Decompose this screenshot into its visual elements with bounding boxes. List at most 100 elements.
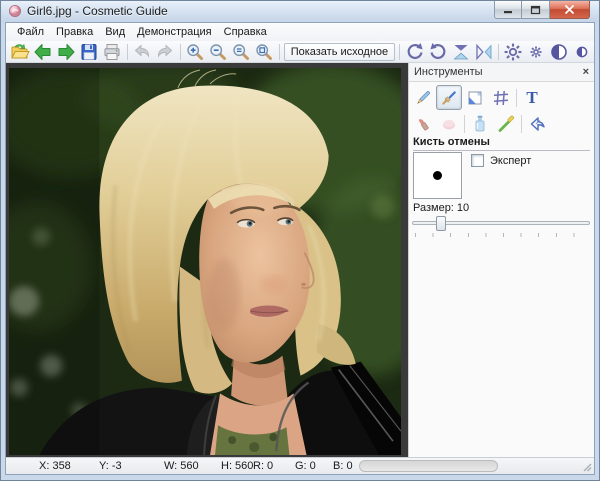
tool-lipstick[interactable]: [410, 111, 436, 136]
save-icon: [79, 42, 99, 62]
show-original-button[interactable]: Показать исходное: [284, 43, 395, 61]
mesh-grid-icon: [491, 88, 511, 108]
undo-arrow-icon: [527, 114, 547, 134]
tool-row-2: [410, 111, 550, 136]
panel-close-icon[interactable]: ×: [583, 65, 589, 79]
undo-icon: [132, 42, 152, 62]
menu-demonstration[interactable]: Демонстрация: [132, 24, 217, 40]
contrast-large-button[interactable]: [548, 42, 571, 62]
status-green: G: 0: [295, 460, 316, 472]
menu-help[interactable]: Справка: [219, 24, 272, 40]
toolbar-separator: [498, 44, 499, 60]
image-canvas[interactable]: [6, 63, 408, 457]
contrast-icon: [549, 42, 569, 62]
gear-icon: [503, 42, 523, 62]
flip-horizontal-button[interactable]: [472, 42, 495, 62]
settings-large-button[interactable]: [502, 42, 525, 62]
zoom-actual-button[interactable]: [230, 42, 253, 62]
tool-undo-arrow[interactable]: [524, 111, 550, 136]
zoom-fit-icon: [254, 42, 274, 62]
brush-icon: [439, 88, 459, 108]
toolbar-separator: [127, 44, 128, 60]
toothbrush-icon: [496, 114, 516, 134]
tool-toothbrush[interactable]: [493, 111, 519, 136]
zoom-fit-button[interactable]: [253, 42, 276, 62]
tool-pencil[interactable]: [410, 85, 436, 110]
tool-brush-selected[interactable]: [436, 85, 462, 110]
resize-grip-icon[interactable]: [581, 461, 593, 473]
status-y: Y: -3: [99, 460, 122, 472]
zoom-in-icon: [185, 42, 205, 62]
powder-icon: [439, 114, 459, 134]
tools-panel: Инструменты ×: [408, 63, 594, 457]
menu-view[interactable]: Вид: [100, 24, 130, 40]
status-blue: B: 0: [333, 460, 353, 472]
tool-crop[interactable]: [462, 85, 488, 110]
settings-small-button[interactable]: [525, 42, 548, 62]
tool-text[interactable]: T: [519, 85, 545, 110]
progress-placeholder: [359, 460, 498, 472]
menu-file[interactable]: Файл: [12, 24, 49, 40]
redo-button[interactable]: [154, 42, 177, 62]
flip-vertical-button[interactable]: [449, 42, 472, 62]
save-button[interactable]: [78, 42, 101, 62]
status-height: H: 560: [221, 460, 253, 472]
brush-preview: [413, 152, 462, 199]
tool-powder[interactable]: [436, 111, 462, 136]
print-button[interactable]: [101, 42, 124, 62]
bottle-icon: [470, 114, 490, 134]
titlebar[interactable]: Girl6.jpg - Cosmetic Guide: [1, 1, 599, 22]
close-button[interactable]: [550, 1, 590, 19]
zoom-in-button[interactable]: [184, 42, 207, 62]
status-width: W: 560: [164, 460, 199, 472]
client-area: Файл Правка Вид Демонстрация Справка: [5, 22, 595, 475]
menubar: Файл Правка Вид Демонстрация Справка: [6, 23, 594, 41]
toolbar-separator: [399, 44, 400, 60]
gear-small-icon: [526, 42, 546, 62]
text-tool-icon: T: [526, 89, 537, 106]
back-button[interactable]: [32, 42, 55, 62]
expert-checkbox[interactable]: [471, 154, 484, 167]
open-button[interactable]: [9, 42, 32, 62]
expert-label: Эксперт: [490, 155, 531, 167]
folder-open-icon: [10, 42, 30, 62]
lipstick-icon: [413, 114, 433, 134]
panel-title: Инструменты: [414, 66, 483, 78]
rotate-right-icon: [428, 42, 448, 62]
maximize-icon: [530, 5, 541, 15]
panel-header[interactable]: Инструменты ×: [409, 63, 594, 82]
print-icon: [102, 42, 122, 62]
maximize-button[interactable]: [522, 1, 550, 19]
minimize-button[interactable]: [494, 1, 522, 19]
status-red: R: 0: [253, 460, 273, 472]
brush-size-slider[interactable]: [412, 215, 590, 231]
window-title: Girl6.jpg - Cosmetic Guide: [27, 4, 168, 18]
flip-horizontal-icon: [474, 42, 494, 62]
forward-button[interactable]: [55, 42, 78, 62]
contrast-small-button[interactable]: [571, 42, 594, 62]
rotate-left-icon: [405, 42, 425, 62]
toolbar-separator: [180, 44, 181, 60]
brush-dot: [433, 171, 442, 180]
zoom-out-button[interactable]: [207, 42, 230, 62]
app-icon: [8, 4, 22, 18]
content-area: Инструменты ×: [6, 63, 594, 457]
toolbar: Показать исходное: [6, 41, 594, 63]
slider-thumb[interactable]: [436, 216, 446, 231]
toolbar-separator: [279, 44, 280, 60]
photo-girl-portrait: [9, 68, 401, 455]
tool-bottle[interactable]: [467, 111, 493, 136]
contrast-small-icon: [572, 42, 592, 62]
undo-button[interactable]: [131, 42, 154, 62]
tool-mesh[interactable]: [488, 85, 514, 110]
tool-separator: [521, 115, 522, 133]
menu-edit[interactable]: Правка: [51, 24, 98, 40]
rotate-right-button[interactable]: [426, 42, 449, 62]
zoom-actual-icon: [231, 42, 251, 62]
close-icon: [564, 4, 575, 15]
slider-ticks: [415, 233, 590, 237]
arrow-left-icon: [33, 42, 53, 62]
minimize-icon: [503, 5, 513, 15]
rotate-left-button[interactable]: [403, 42, 426, 62]
flip-vertical-icon: [451, 42, 471, 62]
